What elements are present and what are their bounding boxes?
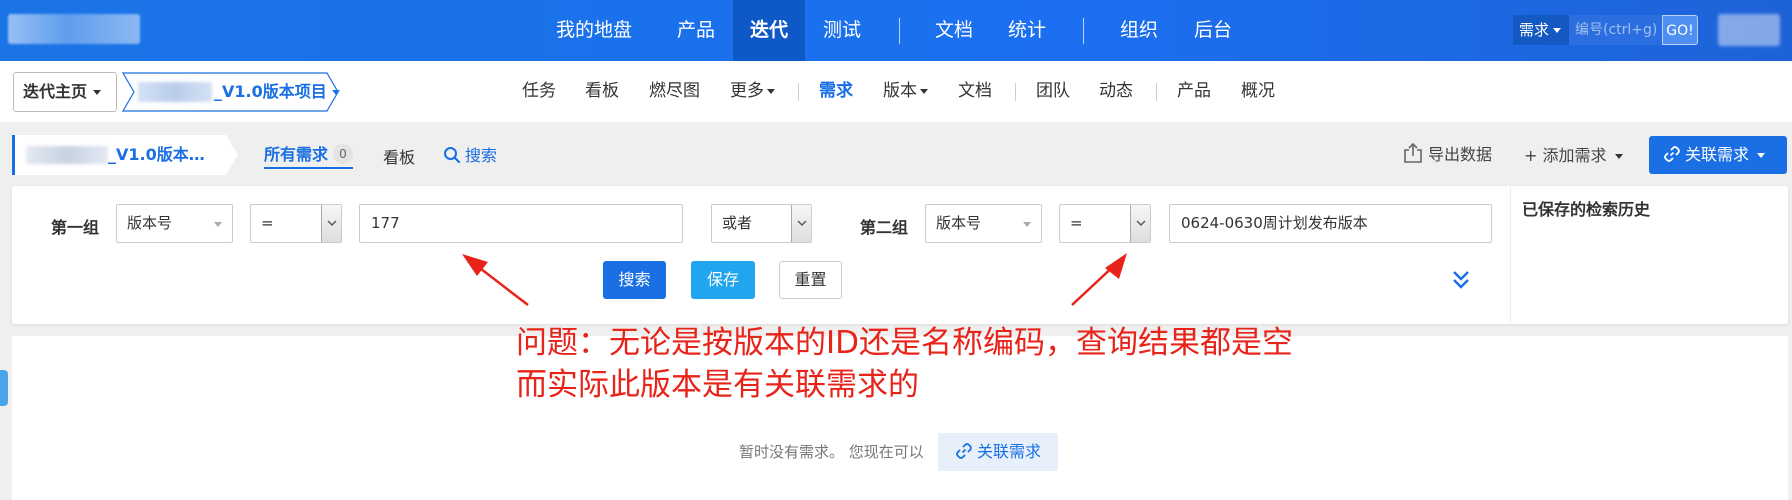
group1-value-input[interactable]: 177 (359, 204, 683, 243)
group1-field-select[interactable]: 版本号 (116, 204, 233, 243)
reset-button[interactable]: 重置 (779, 261, 842, 299)
saved-queries-title: 已保存的检索历史 (1522, 200, 1651, 219)
export-icon (1404, 142, 1422, 163)
group2-operator-value: = (1070, 214, 1083, 232)
chevron-down-icon (93, 90, 102, 95)
nav-stats[interactable]: 统计 (1003, 0, 1051, 61)
subnav-more[interactable]: 更多 (730, 61, 775, 122)
subnav-dynamics[interactable]: 动态 (1099, 61, 1133, 122)
link-icon (956, 443, 972, 459)
subnav-divider (1015, 83, 1016, 101)
chevron-down-icon (767, 88, 775, 94)
group2-operator-select[interactable]: = (1059, 204, 1151, 243)
company-logo (8, 14, 140, 44)
chevron-down-icon (1614, 154, 1623, 159)
export-label: 导出数据 (1428, 145, 1493, 164)
subnav-builds[interactable]: 版本 (883, 61, 928, 122)
subnav-tasks[interactable]: 任务 (522, 61, 556, 122)
top-navbar: 我的地盘 产品 迭代 测试 文档 统计 组织 后台 需求 编号(ctrl+g) … (0, 0, 1792, 61)
save-query-button[interactable]: 保存 (691, 261, 755, 299)
tab-all-label: 所有需求 (264, 145, 329, 164)
link-icon (1664, 146, 1680, 162)
nav-test[interactable]: 测试 (818, 0, 866, 61)
user-avatar[interactable] (1718, 14, 1780, 46)
nav-divider (899, 18, 900, 44)
export-button[interactable]: 导出数据 (1402, 141, 1492, 165)
group1-label: 第一组 (51, 218, 100, 237)
empty-link-label: 关联需求 (976, 442, 1041, 461)
group1-operator-select[interactable]: = (250, 204, 342, 243)
subnav-product[interactable]: 产品 (1177, 61, 1211, 122)
search-button[interactable]: 搜索 (603, 261, 666, 299)
empty-state-text: 暂时没有需求。 您现在可以 (739, 443, 924, 461)
group2-value-input[interactable]: 0624-0630周计划发布版本 (1169, 204, 1492, 243)
story-count-badge: 0 (333, 144, 353, 164)
add-story-label: + 添加需求 (1524, 146, 1607, 165)
group1-operator-value: = (261, 214, 274, 232)
nav-org[interactable]: 组织 (1115, 0, 1163, 61)
project-breadcrumb[interactable]: _V1.0版本项目 (122, 72, 340, 112)
go-button[interactable]: GO! (1662, 15, 1698, 45)
iteration-home-label: 迭代主页 (23, 82, 88, 101)
logic-operator-select[interactable]: 或者 (711, 204, 812, 243)
redacted-project-name (138, 82, 212, 102)
tab-all-stories[interactable]: 所有需求 (264, 141, 328, 165)
subnav-more-label: 更多 (730, 81, 764, 101)
chevron-down-icon (1023, 222, 1031, 227)
chevron-down-icon (1553, 28, 1562, 33)
double-chevron-down-icon[interactable] (1452, 270, 1470, 290)
redacted-iteration-name (26, 146, 108, 164)
iteration-pill[interactable]: _V1.0版本… (12, 135, 238, 175)
nav-docs[interactable]: 文档 (930, 0, 978, 61)
nav-divider (1083, 18, 1084, 44)
project-suffix: _V1.0版本项目 (214, 82, 327, 101)
tab-search[interactable]: 搜索 (443, 142, 497, 166)
project-name-label: _V1.0版本项目 (214, 72, 340, 112)
search-type-select[interactable]: 需求 (1513, 15, 1569, 45)
nav-admin[interactable]: 后台 (1189, 0, 1237, 61)
group1-field-value: 版本号 (127, 214, 173, 232)
subnav-board[interactable]: 看板 (585, 61, 619, 122)
subnav-divider (798, 83, 799, 101)
panel-divider (1510, 186, 1511, 324)
nav-my-dashboard[interactable]: 我的地盘 (556, 0, 632, 61)
add-story-button[interactable]: + 添加需求 (1524, 142, 1623, 166)
subnav-stories[interactable]: 需求 (819, 61, 853, 122)
annotation-text: 问题：无论是按版本的ID还是名称编码，查询结果都是空 而实际此版本是有关联需求的 (516, 322, 1293, 406)
annotation-line-1: 问题：无论是按版本的ID还是名称编码，查询结果都是空 (516, 325, 1294, 361)
dropdown-arrow-icon (321, 205, 341, 242)
iteration-home-dropdown[interactable]: 迭代主页 (13, 72, 117, 112)
chevron-down-icon (214, 222, 222, 227)
search-type-label: 需求 (1519, 21, 1550, 39)
tab-search-label: 搜索 (465, 146, 498, 165)
chevron-down-icon (920, 88, 928, 94)
empty-link-story-button[interactable]: 关联需求 (938, 433, 1058, 471)
nav-product[interactable]: 产品 (672, 0, 720, 61)
nav-iteration[interactable]: 迭代 (733, 0, 805, 61)
subnav-builds-label: 版本 (883, 81, 917, 101)
link-story-label: 关联需求 (1685, 145, 1750, 164)
link-story-button[interactable]: 关联需求 (1649, 136, 1787, 174)
subnav-burndown[interactable]: 燃尽图 (649, 61, 700, 122)
group2-label: 第二组 (860, 218, 909, 237)
subnav-docs[interactable]: 文档 (958, 61, 992, 122)
sidebar-toggle-handle[interactable] (0, 370, 8, 406)
subnav-overview[interactable]: 概况 (1241, 61, 1275, 122)
tab-board[interactable]: 看板 (383, 144, 415, 168)
dropdown-arrow-icon (791, 205, 811, 242)
iteration-pill-label: _V1.0版本… (108, 145, 205, 164)
search-icon (444, 147, 461, 164)
group2-field-select[interactable]: 版本号 (925, 204, 1042, 243)
subnav-team[interactable]: 团队 (1036, 61, 1070, 122)
group2-field-value: 版本号 (936, 214, 982, 232)
quick-search-input[interactable]: 编号(ctrl+g) (1569, 15, 1662, 45)
logic-operator-value: 或者 (722, 214, 753, 232)
subnav-divider (1156, 83, 1157, 101)
chevron-down-icon (1757, 153, 1766, 158)
annotation-line-2: 而实际此版本是有关联需求的 (516, 367, 919, 403)
dropdown-arrow-icon (1130, 205, 1150, 242)
active-tab-underline (264, 167, 353, 169)
chevron-down-icon (331, 90, 340, 95)
